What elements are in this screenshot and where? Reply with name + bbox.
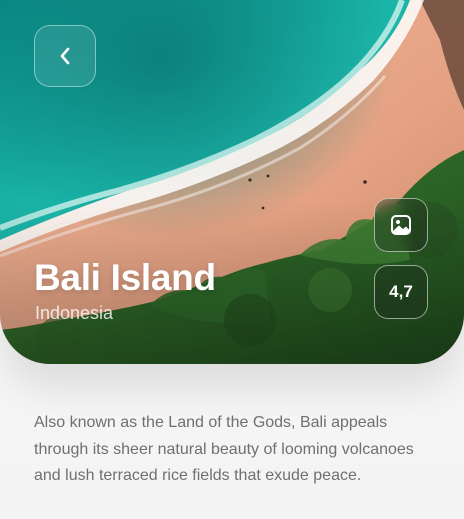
rating-badge: 4,7: [374, 265, 428, 319]
gallery-button[interactable]: [374, 198, 428, 252]
chevron-left-icon: [60, 47, 70, 65]
back-button[interactable]: [34, 25, 96, 87]
destination-country: Indonesia: [35, 303, 114, 323]
destination-title: Bali Island: [34, 257, 216, 298]
image-icon: [391, 215, 411, 235]
destination-detail-screen: Bali Island Indonesia 4,7 Also known as …: [0, 0, 464, 519]
rating-value: 4,7: [389, 282, 413, 301]
destination-description: Also known as the Land of the Gods, Bali…: [34, 414, 414, 484]
hero-image: Bali Island Indonesia 4,7: [0, 0, 464, 364]
